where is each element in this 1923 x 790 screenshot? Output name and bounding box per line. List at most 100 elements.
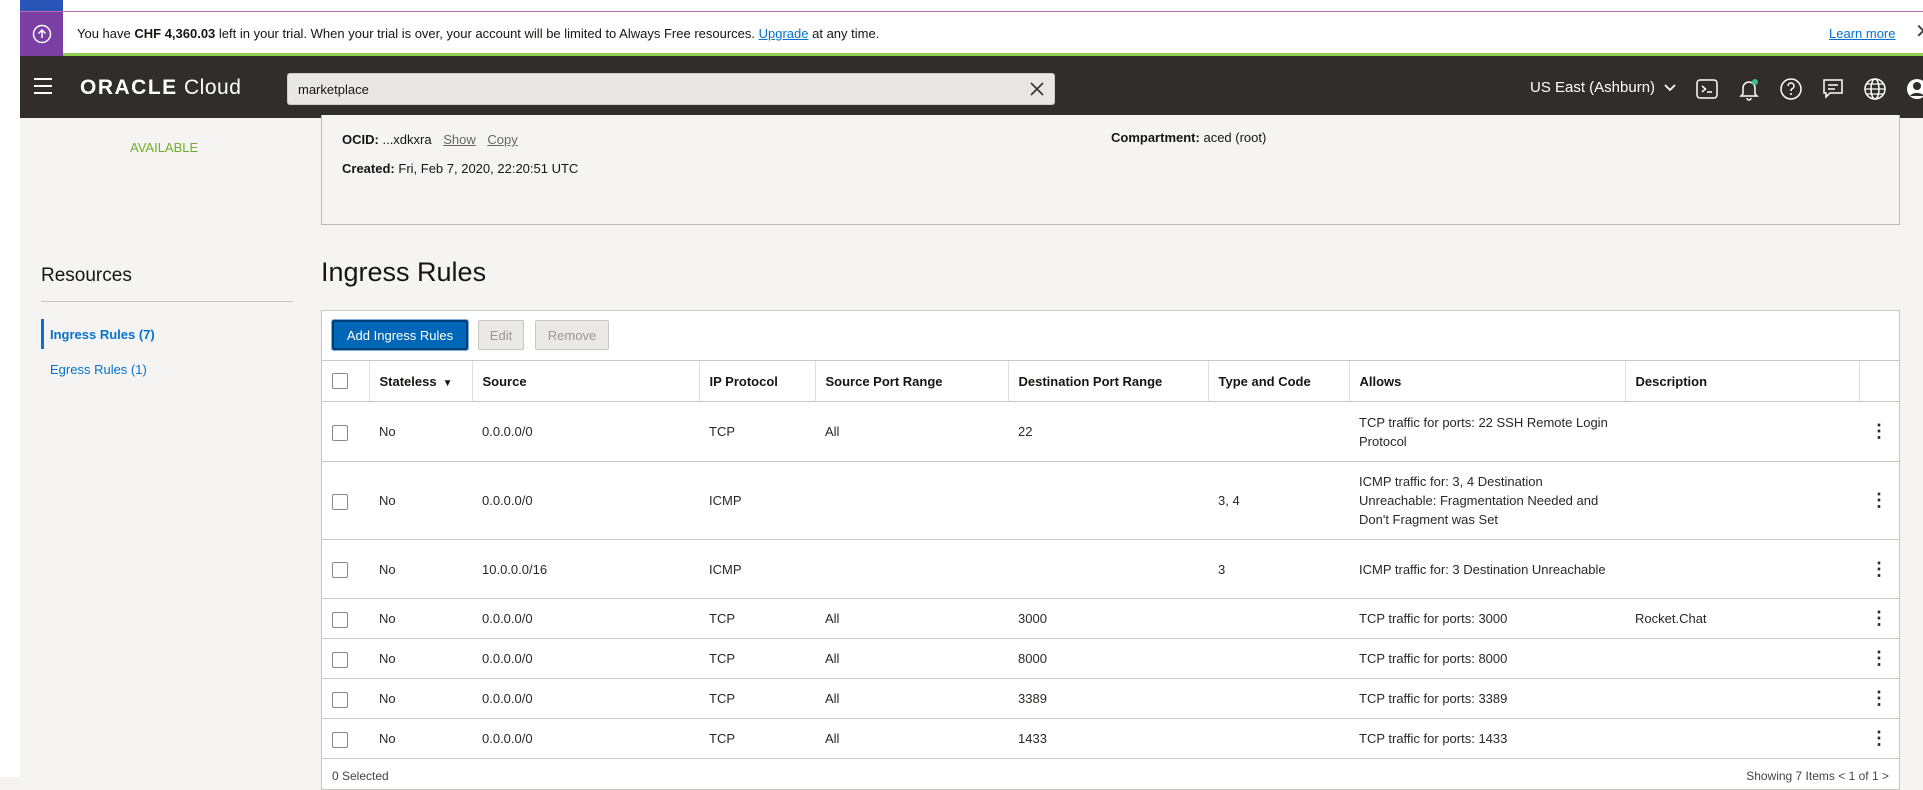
ingress-rules-table: Stateless ▼ Source IP Protocol Source Por…	[322, 361, 1899, 759]
cell-protocol: ICMP	[699, 539, 815, 599]
cloud-shell-icon[interactable]	[1695, 77, 1719, 101]
bell-icon[interactable]	[1737, 77, 1761, 101]
status-available: AVAILABLE	[130, 140, 199, 155]
help-icon[interactable]	[1779, 77, 1803, 101]
table-row: No 0.0.0.0/0 TCP All 3389 TCP traffic fo…	[322, 678, 1899, 719]
top-nav-bar: ORACLE Cloud US East (Ashburn)	[20, 56, 1923, 118]
cell-destination-port	[1008, 539, 1208, 599]
cell-source: 0.0.0.0/0	[472, 638, 699, 679]
cell-source: 0.0.0.0/0	[472, 401, 699, 462]
row-checkbox[interactable]	[332, 691, 348, 708]
trial-text-3: at any time.	[808, 26, 880, 41]
region-selector[interactable]: US East (Ashburn)	[1530, 79, 1677, 96]
row-actions-icon[interactable]: ⋮	[1859, 461, 1899, 540]
select-all-header	[322, 361, 370, 402]
chevron-down-icon	[1664, 84, 1676, 92]
search-input[interactable]	[288, 74, 1018, 104]
row-checkbox[interactable]	[332, 493, 348, 510]
row-actions-icon[interactable]: ⋮	[1859, 638, 1899, 679]
logo-cloud: Cloud	[177, 76, 242, 99]
cell-allows: ICMP traffic for: 3 Destination Unreacha…	[1349, 539, 1625, 599]
cell-source-port	[815, 539, 1008, 599]
edit-button[interactable]: Edit	[478, 320, 524, 350]
select-all-checkbox[interactable]	[332, 373, 348, 390]
next-page-icon[interactable]: >	[1882, 769, 1889, 783]
created-row: Created: Fri, Feb 7, 2020, 22:20:51 UTC	[342, 161, 578, 176]
cell-source-port	[815, 461, 1008, 540]
cell-source-port: All	[815, 718, 1008, 759]
column-header-stateless[interactable]: Stateless ▼	[369, 361, 473, 402]
page-title: Ingress Rules	[321, 257, 487, 287]
resources-title: Resources	[41, 265, 132, 286]
globe-icon[interactable]	[1863, 77, 1887, 101]
cell-destination-port: 3389	[1008, 678, 1208, 719]
cell-source: 0.0.0.0/0	[472, 678, 699, 719]
row-checkbox[interactable]	[332, 562, 348, 579]
prev-page-icon[interactable]: <	[1838, 769, 1845, 783]
cell-protocol: TCP	[699, 401, 815, 462]
cell-destination-port: 1433	[1008, 718, 1208, 759]
cell-stateless: No	[369, 461, 472, 540]
table-row: No 0.0.0.0/0 TCP All 22 TCP traffic for …	[322, 401, 1899, 462]
remove-button[interactable]: Remove	[535, 320, 609, 350]
chat-icon[interactable]	[1821, 77, 1845, 101]
ocid-show-link[interactable]: Show	[443, 132, 476, 147]
created-value: Fri, Feb 7, 2020, 22:20:51 UTC	[398, 161, 579, 176]
column-label: Stateless	[379, 373, 437, 389]
cell-description	[1625, 539, 1859, 599]
cell-allows: ICMP traffic for: 3, 4 Destination Unrea…	[1349, 461, 1625, 540]
close-icon[interactable]: ✕	[1915, 22, 1923, 42]
compartment-label: Compartment:	[1111, 130, 1200, 145]
learn-more-link[interactable]: Learn more	[1829, 26, 1895, 41]
row-checkbox[interactable]	[332, 651, 348, 668]
clear-search-icon[interactable]	[1028, 80, 1046, 98]
cell-protocol: TCP	[699, 638, 815, 679]
pagination: Showing 7 Items < 1 of 1 >	[1746, 769, 1889, 783]
row-actions-icon[interactable]: ⋮	[1859, 598, 1899, 639]
column-header-ip-protocol: IP Protocol	[699, 361, 816, 402]
table-toolbar: Add Ingress Rules Edit Remove	[322, 311, 1899, 361]
sidebar-item-ingress-rules[interactable]: Ingress Rules (7)	[50, 327, 155, 342]
cell-type-code	[1208, 401, 1349, 462]
row-checkbox[interactable]	[332, 611, 348, 628]
cell-type-code	[1208, 718, 1349, 759]
table-row: No 10.0.0.0/16 ICMP 3 ICMP traffic for: …	[322, 539, 1899, 599]
ocid-row: OCID: ...xdkxra Show Copy	[342, 132, 518, 147]
trial-banner: You have CHF 4,360.03 left in your trial…	[20, 12, 1923, 56]
active-indicator	[41, 319, 44, 349]
cell-destination-port: 8000	[1008, 638, 1208, 679]
cell-type-code	[1208, 678, 1349, 719]
sidebar-item-egress-rules[interactable]: Egress Rules (1)	[50, 362, 147, 377]
cell-protocol: TCP	[699, 598, 815, 639]
left-gutter	[0, 0, 20, 777]
row-checkbox[interactable]	[332, 424, 348, 441]
upgrade-link[interactable]: Upgrade	[759, 26, 809, 41]
cell-source-port: All	[815, 638, 1008, 679]
table-row: No 0.0.0.0/0 TCP All 8000 TCP traffic fo…	[322, 638, 1899, 679]
cell-type-code	[1208, 638, 1349, 679]
profile-icon[interactable]	[1905, 77, 1923, 101]
row-actions-icon[interactable]: ⋮	[1859, 401, 1899, 462]
oracle-cloud-logo[interactable]: ORACLE Cloud	[80, 76, 241, 100]
row-checkbox[interactable]	[332, 731, 348, 748]
column-header-actions	[1859, 361, 1899, 402]
cell-source-port: All	[815, 678, 1008, 719]
cell-allows: TCP traffic for ports: 3389	[1349, 678, 1625, 719]
cell-stateless: No	[369, 401, 472, 462]
sort-down-icon: ▼	[442, 377, 453, 389]
cell-source-port: All	[815, 598, 1008, 639]
cell-destination-port: 3000	[1008, 598, 1208, 639]
trial-amount: CHF 4,360.03	[134, 26, 216, 41]
column-header-type-and-code: Type and Code	[1208, 361, 1350, 402]
top-accent-blue	[20, 0, 63, 11]
ocid-copy-link[interactable]: Copy	[487, 132, 517, 147]
row-actions-icon[interactable]: ⋮	[1859, 718, 1899, 759]
row-actions-icon[interactable]: ⋮	[1859, 539, 1899, 599]
add-ingress-rules-button[interactable]: Add Ingress Rules	[332, 320, 468, 350]
cell-allows: TCP traffic for ports: 8000	[1349, 638, 1625, 679]
row-actions-icon[interactable]: ⋮	[1859, 678, 1899, 719]
region-label: US East (Ashburn)	[1530, 79, 1656, 96]
cell-source-port: All	[815, 401, 1008, 462]
hamburger-menu-icon[interactable]	[34, 78, 52, 94]
cell-stateless: No	[369, 539, 472, 599]
